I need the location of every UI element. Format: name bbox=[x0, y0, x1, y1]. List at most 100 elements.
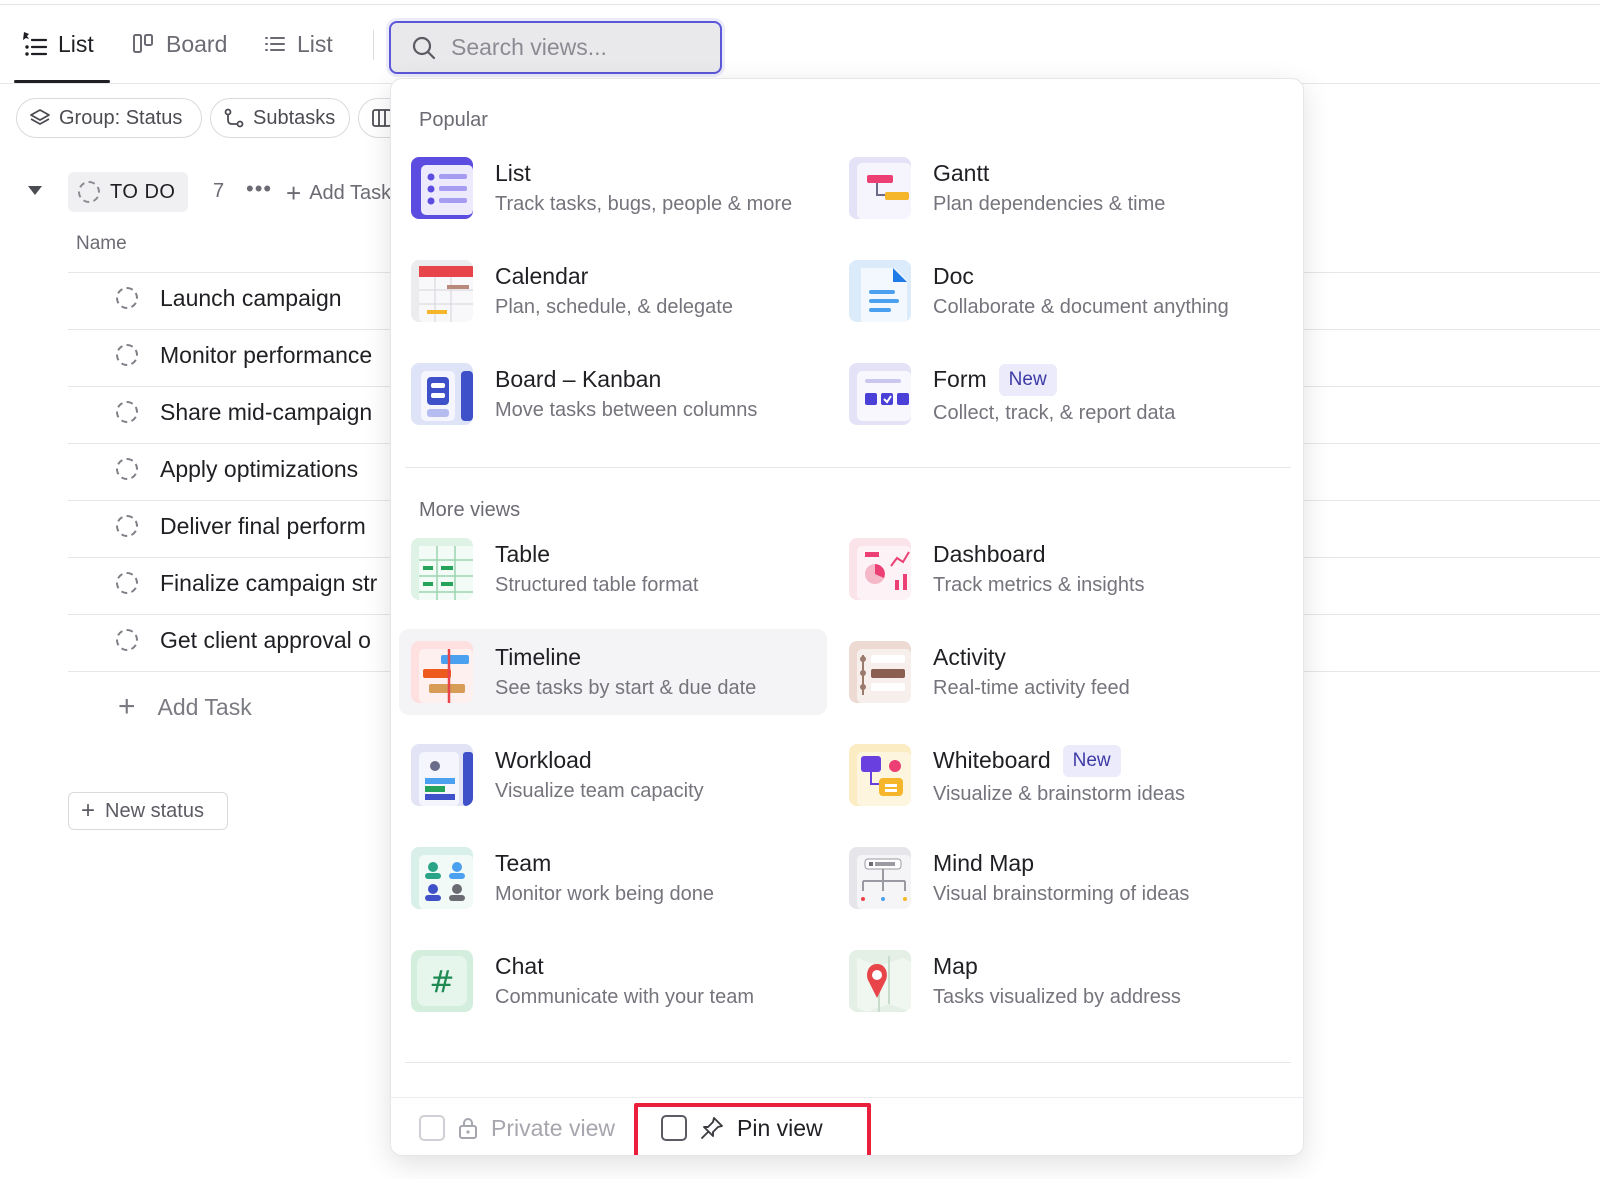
view-description: Track tasks, bugs, people & more bbox=[495, 193, 793, 215]
more-options-icon[interactable]: ••• bbox=[246, 176, 272, 202]
tab-separator bbox=[373, 30, 374, 60]
subtasks-icon bbox=[224, 108, 244, 128]
view-option-whiteboard[interactable]: Whiteboard New Visualize & brainstorm idea… bbox=[837, 732, 1265, 818]
add-task-button[interactable]: + Add Task bbox=[118, 692, 252, 722]
task-row[interactable]: Launch campaign bbox=[116, 278, 342, 318]
view-title: Workload bbox=[495, 747, 592, 773]
view-title: Gantt bbox=[933, 160, 990, 186]
view-description: Visualize & brainstorm ideas bbox=[933, 782, 1185, 805]
search-views-field[interactable] bbox=[389, 21, 722, 74]
task-name[interactable]: Monitor performance bbox=[160, 342, 372, 369]
subtasks-button[interactable]: Subtasks bbox=[210, 98, 350, 138]
view-title: Calendar bbox=[495, 263, 589, 289]
task-status-icon[interactable] bbox=[116, 458, 138, 480]
view-option-workload[interactable]: Workload Visualize team capacity bbox=[399, 732, 827, 818]
view-option-gantt[interactable]: Gantt Plan dependencies & time bbox=[837, 145, 1265, 231]
view-description: Tasks visualized by address bbox=[933, 986, 1181, 1008]
view-option-doc[interactable]: Doc Collaborate & document anything bbox=[837, 248, 1265, 334]
list-view-icon bbox=[411, 157, 473, 219]
svg-text:#: # bbox=[429, 965, 454, 1000]
private-view-label: Private view bbox=[491, 1114, 615, 1141]
view-option-team[interactable]: Team Monitor work being done bbox=[399, 835, 827, 921]
view-title: List bbox=[495, 160, 531, 186]
view-title: Team bbox=[495, 850, 552, 876]
view-description: Monitor work being done bbox=[495, 883, 715, 905]
task-name[interactable]: Apply optimizations bbox=[160, 456, 358, 483]
tab-list[interactable]: List bbox=[263, 24, 333, 64]
add-task-label: Add Task bbox=[157, 693, 252, 720]
view-description: Track metrics & insights bbox=[933, 574, 1145, 596]
view-title: Table bbox=[495, 541, 550, 567]
task-status-icon[interactable] bbox=[116, 344, 138, 366]
view-description: Structured table format bbox=[495, 574, 699, 596]
add-task-header-button[interactable]: + Add Task bbox=[286, 180, 391, 206]
more-views-section-heading: More views bbox=[419, 499, 521, 521]
view-option-chat[interactable]: # Chat Communicate with your team bbox=[399, 938, 827, 1024]
view-description: Visualize team capacity bbox=[495, 780, 704, 802]
plus-icon: + bbox=[118, 690, 136, 723]
status-badge[interactable]: TO DO bbox=[68, 172, 188, 212]
task-row[interactable]: Monitor performance bbox=[116, 335, 372, 375]
task-count: 7 bbox=[213, 180, 225, 202]
table-view-icon bbox=[411, 538, 473, 600]
view-option-table[interactable]: Table Structured table format bbox=[399, 526, 827, 612]
task-status-icon[interactable] bbox=[116, 401, 138, 423]
private-view-checkbox[interactable] bbox=[419, 1115, 445, 1141]
task-name[interactable]: Finalize campaign str bbox=[160, 570, 377, 597]
view-option-calendar[interactable]: Calendar Plan, schedule, & delegate bbox=[399, 248, 827, 334]
popular-section-heading: Popular bbox=[419, 109, 488, 131]
new-status-button[interactable]: + New status bbox=[68, 792, 228, 830]
view-option-timeline[interactable]: Timeline See tasks by start & due date bbox=[399, 629, 827, 715]
task-row[interactable]: Get client approval o bbox=[116, 620, 371, 660]
view-option-mind-map[interactable]: Mind Map Visual brainstorming of ideas bbox=[837, 835, 1265, 921]
section-divider bbox=[405, 467, 1291, 468]
search-input[interactable] bbox=[451, 34, 691, 61]
collapse-group-caret[interactable] bbox=[28, 186, 42, 195]
task-status-icon[interactable] bbox=[116, 572, 138, 594]
view-tab-bar: List Board List bbox=[0, 0, 1600, 84]
mindmap-view-icon bbox=[849, 847, 911, 909]
whiteboard-view-icon bbox=[849, 744, 911, 806]
task-row[interactable]: Share mid-campaign bbox=[116, 392, 372, 432]
view-option-board-kanban[interactable]: Board – Kanban Move tasks between columns bbox=[399, 351, 827, 437]
task-name[interactable]: Deliver final perform bbox=[160, 513, 366, 540]
tab-board[interactable]: Board bbox=[132, 24, 227, 64]
view-description: Collect, track, & report data bbox=[933, 401, 1176, 424]
team-view-icon bbox=[411, 847, 473, 909]
group-status-button[interactable]: Group: Status bbox=[16, 98, 202, 138]
task-row[interactable]: Deliver final perform bbox=[116, 506, 366, 546]
view-option-dashboard[interactable]: Dashboard Track metrics & insights bbox=[837, 526, 1265, 612]
task-name[interactable]: Get client approval o bbox=[160, 627, 371, 654]
activity-view-icon bbox=[849, 641, 911, 703]
view-description: Plan dependencies & time bbox=[933, 193, 1166, 215]
view-title: Whiteboard bbox=[933, 747, 1051, 773]
view-option-activity[interactable]: Activity Real-time activity feed bbox=[837, 629, 1265, 715]
dashboard-view-icon bbox=[849, 538, 911, 600]
search-icon bbox=[412, 36, 436, 59]
task-row[interactable]: Finalize campaign str bbox=[116, 563, 377, 603]
view-description: See tasks by start & due date bbox=[495, 677, 757, 699]
pin-view-highlight-box bbox=[634, 1103, 871, 1155]
private-view-toggle[interactable]: Private view bbox=[419, 1108, 615, 1148]
tab-list-active[interactable]: List bbox=[20, 24, 94, 64]
dropdown-footer: Private view Pin view bbox=[391, 1097, 1303, 1155]
view-option-map[interactable]: Map Tasks visualized by address bbox=[837, 938, 1265, 1024]
view-description: Move tasks between columns bbox=[495, 399, 758, 421]
task-name[interactable]: Share mid-campaign bbox=[160, 399, 372, 426]
plus-icon: + bbox=[286, 178, 302, 208]
task-name[interactable]: Launch campaign bbox=[160, 285, 342, 312]
task-status-icon[interactable] bbox=[116, 629, 138, 651]
view-description: Communicate with your team bbox=[495, 986, 754, 1008]
subtasks-label: Subtasks bbox=[253, 106, 336, 129]
form-view-icon bbox=[849, 363, 911, 425]
gantt-view-icon bbox=[849, 157, 911, 219]
view-option-list[interactable]: List Track tasks, bugs, people & more bbox=[399, 145, 827, 231]
task-status-icon[interactable] bbox=[116, 515, 138, 537]
todo-status-icon bbox=[78, 181, 100, 203]
task-row[interactable]: Apply optimizations bbox=[116, 449, 358, 489]
task-status-icon[interactable] bbox=[116, 287, 138, 309]
view-option-form[interactable]: Form New Collect, track, & report data bbox=[837, 351, 1265, 437]
name-column-header: Name bbox=[76, 233, 127, 254]
active-tab-indicator bbox=[14, 80, 110, 83]
board-icon bbox=[133, 34, 153, 53]
